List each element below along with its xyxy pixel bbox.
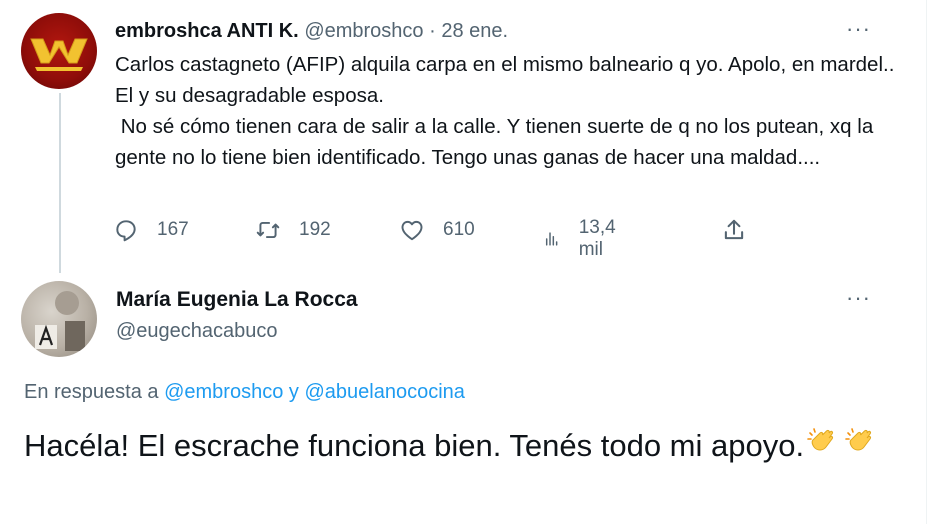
reply-icon <box>116 220 136 242</box>
reply-text: Hacéla! El escrache funciona bien. Tenés… <box>24 428 805 463</box>
tweet-header: embroshca ANTI K. @embroshco · 28 ene. <box>115 18 508 44</box>
heart-icon <box>401 220 423 241</box>
avatar-embroshco[interactable] <box>21 13 97 89</box>
mention-link[interactable]: @abuelanococina <box>304 381 464 403</box>
reply-conjunction: y <box>288 381 299 403</box>
more-options-icon[interactable]: ··· <box>846 16 871 42</box>
views-button[interactable]: 13,4 mil <box>543 217 624 261</box>
author-name[interactable]: embroshca ANTI K. <box>115 20 299 42</box>
retweet-count: 192 <box>299 219 331 240</box>
reply-button[interactable]: 167 <box>113 217 189 243</box>
thread-connector-line <box>59 93 61 273</box>
views-chart-icon <box>545 232 558 246</box>
author-handle[interactable]: @embroshco <box>304 20 423 42</box>
more-options-icon[interactable]: ··· <box>846 285 871 311</box>
tweet-text: Hacéla! El escrache funciona bien. Tenés… <box>24 425 884 466</box>
mention-link[interactable]: @embroshco <box>164 381 283 403</box>
reply-prefix: En respuesta a <box>24 381 159 403</box>
view-count: 13,4 mil <box>578 217 616 260</box>
tweet-date[interactable]: 28 ene. <box>441 20 508 42</box>
retweet-button[interactable]: 192 <box>255 217 331 243</box>
reply-count: 167 <box>157 219 189 240</box>
share-button[interactable] <box>721 217 747 243</box>
author-name[interactable]: María Eugenia La Rocca <box>116 287 358 313</box>
clapping-hands-icon <box>845 428 872 451</box>
page-divider <box>926 0 927 524</box>
like-button[interactable]: 610 <box>399 217 475 243</box>
profile-photo-icon <box>35 291 85 351</box>
wonder-woman-logo-icon <box>30 38 88 71</box>
author-handle[interactable]: @eugechacabuco <box>116 318 278 344</box>
clapping-hands-icon <box>807 428 834 451</box>
avatar-eugechacabuco[interactable] <box>21 281 97 357</box>
like-count: 610 <box>443 219 475 240</box>
tweet-text: Carlos castagneto (AFIP) alquila carpa e… <box>115 53 895 169</box>
retweet-icon <box>256 221 280 239</box>
separator-dot: · <box>429 20 436 42</box>
share-icon <box>724 219 744 240</box>
reply-context: En respuesta a @embroshco y @abuelanococ… <box>24 379 465 405</box>
